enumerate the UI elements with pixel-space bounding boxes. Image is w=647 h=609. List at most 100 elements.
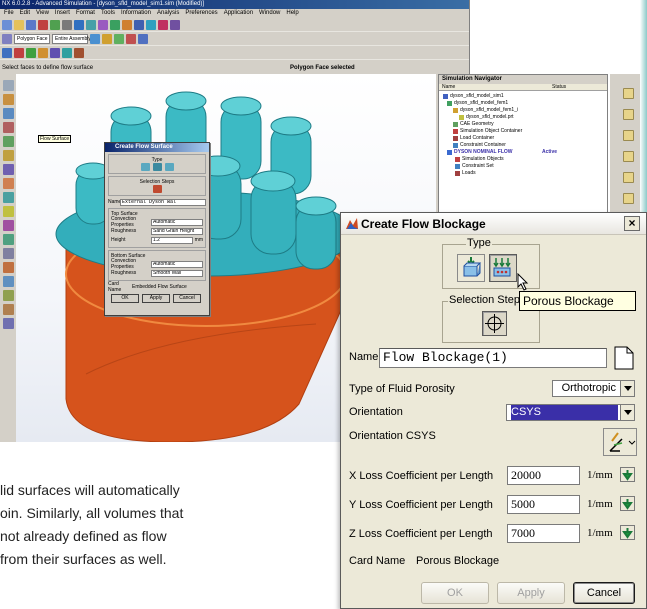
menu-information[interactable]: Information [121,9,151,18]
apply-button[interactable]: Apply [497,582,565,604]
menu-view[interactable]: View [36,9,49,18]
toolbar-icon[interactable] [2,290,14,301]
tree-item[interactable]: Constraint Set [441,163,605,170]
toolbar-icon[interactable] [2,206,14,217]
new-document-icon[interactable] [613,346,635,370]
cancel-button[interactable]: Cancel [573,582,635,604]
csys-dialog-button[interactable] [603,428,637,456]
toolbar-icon[interactable] [2,248,14,259]
tree-item-active-solution[interactable]: DYSON NOMINAL FLOW Active [441,149,605,156]
chevron-down-icon[interactable] [620,381,634,396]
y-loss-unit-menu[interactable] [620,496,635,511]
menu-window[interactable]: Window [259,9,280,18]
flow-surface-apply-button[interactable]: Apply [142,294,170,303]
toolbar-icon[interactable] [2,136,14,147]
bottom-roughness-select[interactable]: Smooth Wall [151,269,203,277]
undo-icon[interactable] [62,19,72,30]
scope-filter-select[interactable]: Entire Assembly [52,33,91,44]
menu-edit[interactable]: Edit [20,9,30,18]
blockage-name-input[interactable]: Flow Blockage(1) [379,348,607,368]
close-icon[interactable]: × [624,216,640,231]
porous-blockage-type-button[interactable] [489,254,517,282]
sim-nav-col-name[interactable]: Name [439,84,549,90]
toolbar-icon[interactable] [2,318,14,329]
menu-insert[interactable]: Insert [55,9,70,18]
results-icon[interactable] [50,47,60,58]
ok-button[interactable]: OK [421,582,489,604]
bottom-convection-select[interactable]: Automatic [151,260,203,268]
tree-item[interactable]: dyson_sfld_model_fem1 [441,100,605,107]
flow-surface-ok-button[interactable]: OK [111,294,139,303]
resource-tab-icon[interactable] [623,172,634,183]
chevron-down-icon[interactable] [620,405,634,420]
menu-analysis[interactable]: Analysis [157,9,179,18]
load-icon[interactable] [14,47,24,58]
z-loss-unit-menu[interactable] [620,525,635,540]
top-convection-select[interactable]: Automatic [151,218,203,226]
menu-tools[interactable]: Tools [101,9,115,18]
menu-file[interactable]: File [4,9,14,18]
point-icon[interactable] [102,33,112,44]
select-body-button[interactable] [482,311,507,336]
open-icon[interactable] [14,19,24,30]
zoom-icon[interactable] [110,19,120,30]
orientation-select[interactable]: CSYS [506,404,635,421]
x-loss-unit-menu[interactable] [620,467,635,482]
tree-item[interactable]: dyson_sfld_model.prt [441,114,605,121]
toolbar-icon[interactable] [2,108,14,119]
type-filter-select[interactable]: Polygon Face [14,33,50,44]
render-icon[interactable] [98,19,108,30]
face-icon[interactable] [126,33,136,44]
constraint-icon[interactable] [26,47,36,58]
resource-tab-icon[interactable] [623,193,634,204]
height-input[interactable]: 1.2 [151,236,193,244]
toolbar-icon[interactable] [2,234,14,245]
fit-icon[interactable] [134,19,144,30]
tree-item[interactable]: Constraint Container [441,142,605,149]
info-icon[interactable] [74,19,84,30]
snap-icon[interactable] [90,33,100,44]
x-loss-input[interactable]: 20000 [507,466,580,485]
resource-tab-icon[interactable] [623,130,634,141]
view-icon[interactable] [86,19,96,30]
top-roughness-select[interactable]: Sand Grain Height [151,227,203,235]
toolbar-icon[interactable] [2,150,14,161]
flow-icon[interactable] [62,47,72,58]
solve-icon[interactable] [2,47,12,58]
thermal-icon[interactable] [74,47,84,58]
flow-surface-name-input[interactable]: External Dyson Wal [120,198,206,206]
toolbar-icon[interactable] [2,192,14,203]
copy-icon[interactable] [50,19,60,30]
toolbar-icon[interactable] [2,304,14,315]
surface-type-icon[interactable] [164,163,174,171]
toolbar-icon[interactable] [2,122,14,133]
tree-item[interactable]: Simulation Object Container [441,128,605,135]
toolbar-icon[interactable] [2,80,14,91]
toolbar-icon[interactable] [2,276,14,287]
toolbar-icon[interactable] [2,178,14,189]
solid-blockage-type-button[interactable] [457,254,485,282]
menu-format[interactable]: Format [76,9,95,18]
toolbar-icon[interactable] [2,94,14,105]
new-icon[interactable] [2,19,12,30]
tree-item[interactable]: Load Container [441,135,605,142]
rotate-icon[interactable] [122,19,132,30]
menu-application[interactable]: Application [224,9,253,18]
save-icon[interactable] [26,19,36,30]
toolbar-icon[interactable] [2,262,14,273]
resource-tab-icon[interactable] [623,151,634,162]
flow-surface-cancel-button[interactable]: Cancel [173,294,201,303]
measure-icon[interactable] [170,19,180,30]
mesh-icon[interactable] [38,47,48,58]
curve-icon[interactable] [114,33,124,44]
body-icon[interactable] [138,33,148,44]
z-loss-input[interactable]: 7000 [507,524,580,543]
shade-icon[interactable] [146,19,156,30]
tree-item[interactable]: CAE Geometry [441,121,605,128]
select-faces-icon[interactable] [152,185,162,193]
surface-type-icon[interactable] [140,163,150,171]
text-icon[interactable] [158,19,168,30]
tree-item[interactable]: dyson_sfld_model_fem1_i [441,107,605,114]
filter-icon[interactable] [2,33,12,44]
resource-tab-icon[interactable] [623,88,634,99]
